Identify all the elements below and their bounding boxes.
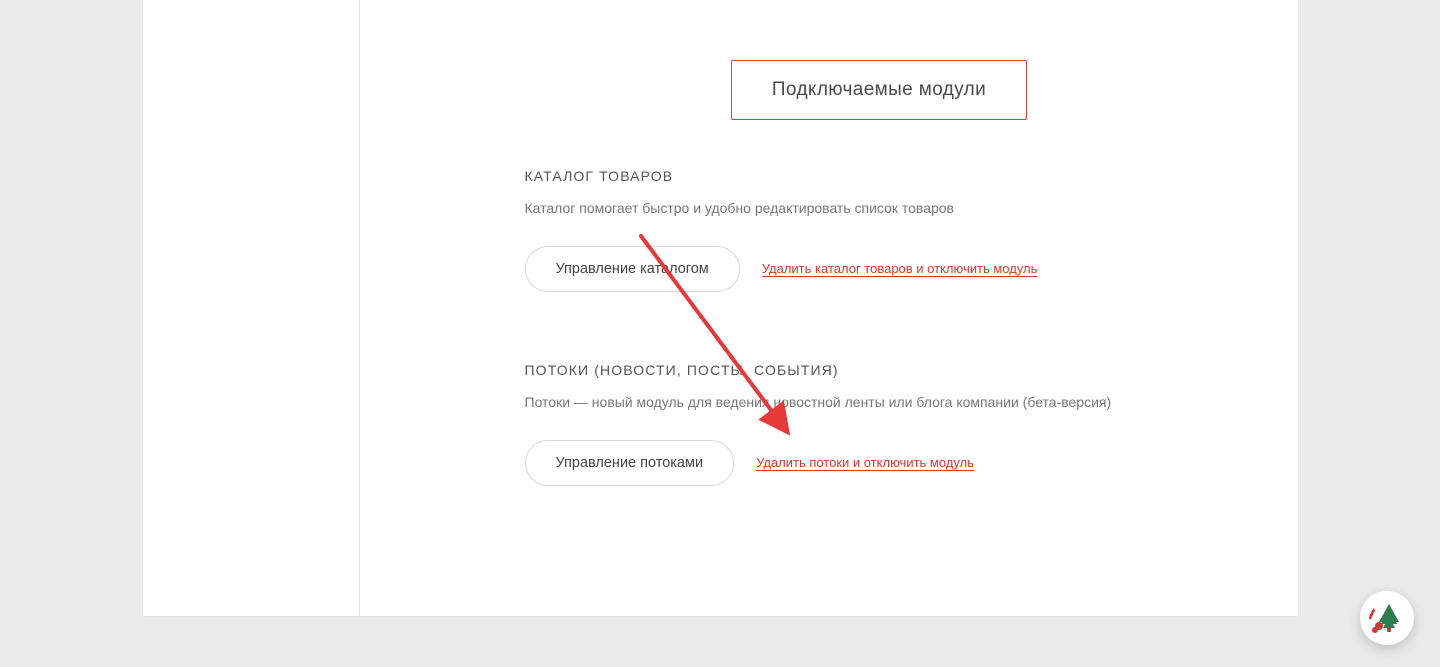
sidebar bbox=[143, 0, 360, 616]
manage-streams-button[interactable]: Управление потоками bbox=[525, 440, 735, 486]
settings-card: Подключаемые модули КАТАЛОГ ТОВАРОВ Ката… bbox=[142, 0, 1299, 617]
catalog-description: Каталог помогает быстро и удобно редакти… bbox=[525, 200, 1234, 216]
holiday-icon bbox=[1369, 600, 1405, 636]
streams-title: ПОТОКИ (НОВОСТИ, ПОСТЫ, СОБЫТИЯ) bbox=[525, 362, 1234, 378]
chat-widget-button[interactable] bbox=[1360, 591, 1414, 645]
remove-streams-link[interactable]: Удалить потоки и отключить модуль bbox=[756, 455, 974, 471]
module-catalog: КАТАЛОГ ТОВАРОВ Каталог помогает быстро … bbox=[525, 168, 1234, 292]
catalog-title: КАТАЛОГ ТОВАРОВ bbox=[525, 168, 1234, 184]
module-streams: ПОТОКИ (НОВОСТИ, ПОСТЫ, СОБЫТИЯ) Потоки … bbox=[525, 362, 1234, 486]
manage-catalog-button[interactable]: Управление каталогом bbox=[525, 246, 740, 292]
content-area: Подключаемые модули КАТАЛОГ ТОВАРОВ Ката… bbox=[360, 0, 1298, 616]
tabs: Подключаемые модули bbox=[525, 60, 1234, 120]
tab-plugins[interactable]: Подключаемые модули bbox=[731, 60, 1027, 120]
streams-description: Потоки — новый модуль для ведения новост… bbox=[525, 394, 1234, 410]
remove-catalog-link[interactable]: Удалить каталог товаров и отключить моду… bbox=[762, 261, 1038, 277]
